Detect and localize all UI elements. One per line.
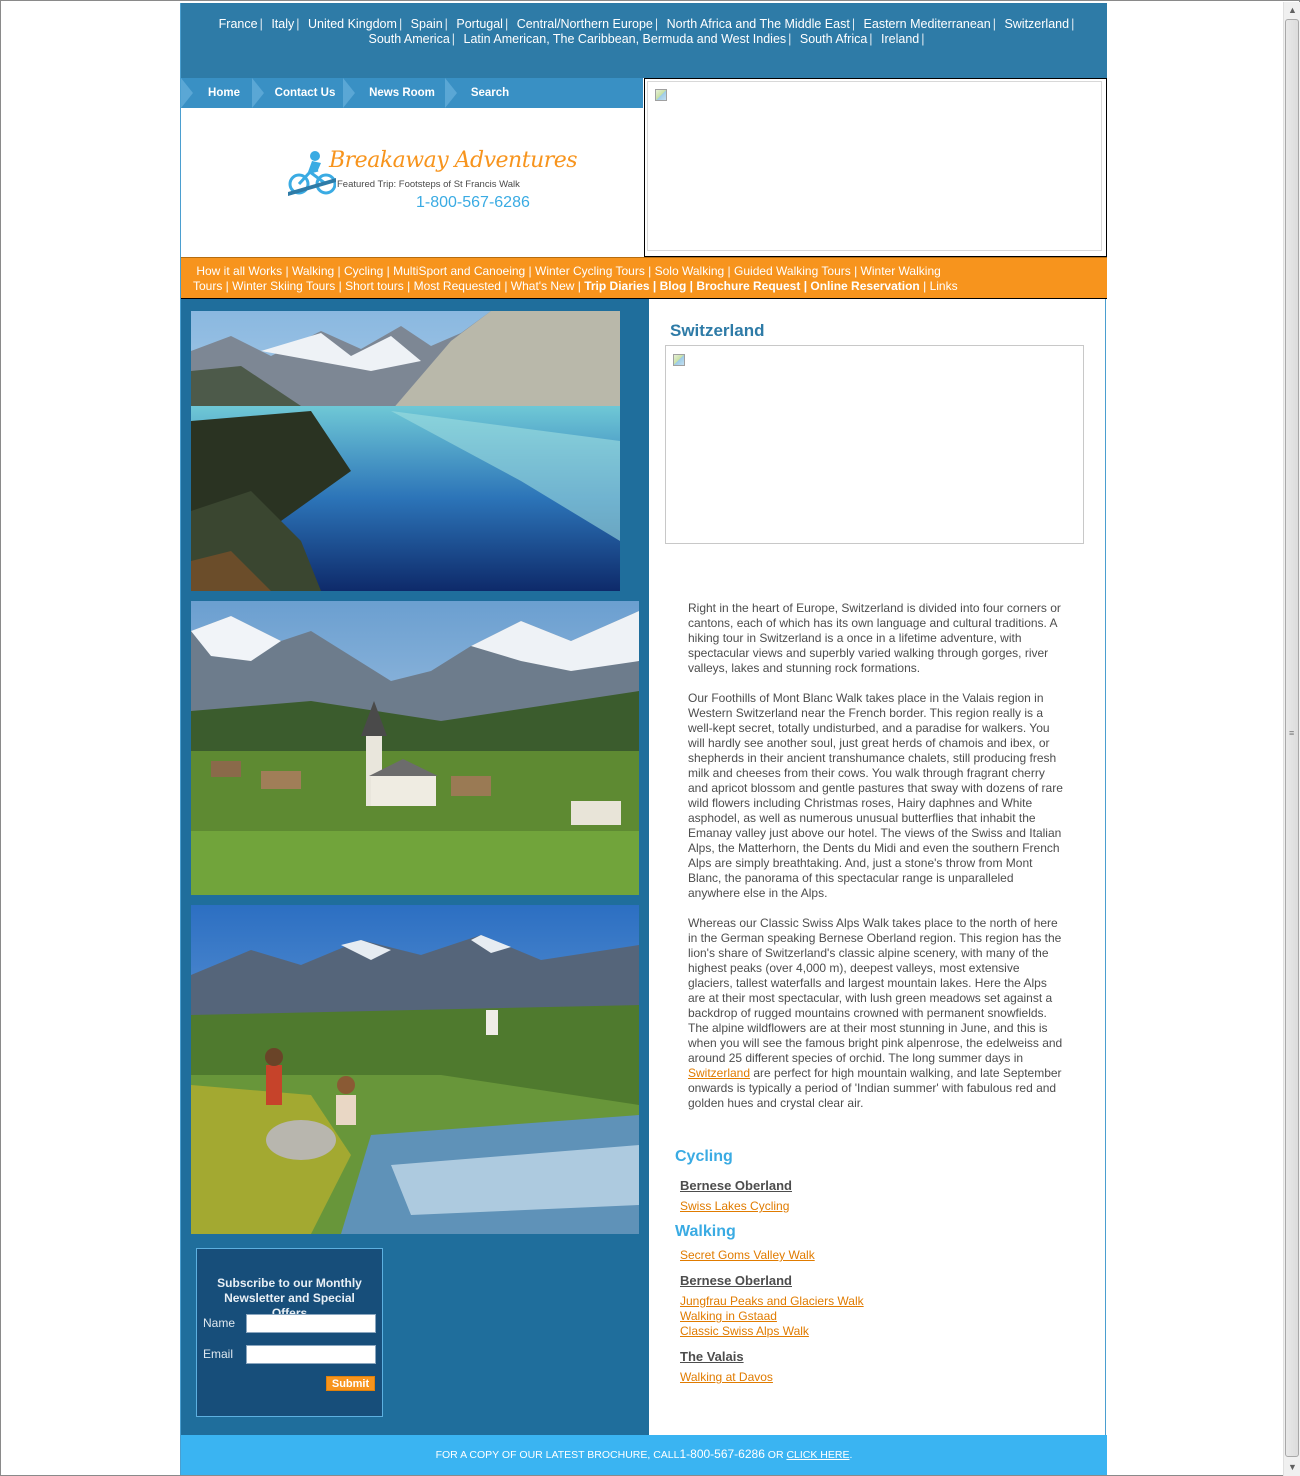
footer-phone: 1-800-567-6286 bbox=[679, 1447, 765, 1461]
nav-contact[interactable]: Contact Us bbox=[265, 78, 345, 108]
cat-most-requested[interactable]: Most Requested bbox=[414, 279, 501, 293]
name-label: Name bbox=[203, 1316, 236, 1330]
walking-heading: Walking bbox=[675, 1223, 736, 1240]
banner-image-frame bbox=[647, 81, 1102, 251]
nav-chevron bbox=[343, 78, 355, 108]
nav-chevron bbox=[445, 78, 457, 108]
country-link-north-africa[interactable]: North Africa and The Middle East bbox=[667, 17, 850, 31]
broken-image-icon bbox=[655, 89, 667, 101]
country-link-italy[interactable]: Italy bbox=[271, 17, 294, 31]
walking-davos-link[interactable]: Walking at Davos bbox=[680, 1370, 773, 1384]
cat-whats-new[interactable]: What's New bbox=[511, 279, 575, 293]
content-image[interactable] bbox=[665, 345, 1084, 544]
cat-walking[interactable]: Walking bbox=[292, 264, 334, 278]
page-title: Switzerland bbox=[670, 321, 765, 340]
cat-cycling[interactable]: Cycling bbox=[344, 264, 383, 278]
cat-short-tours[interactable]: Short tours bbox=[345, 279, 404, 293]
scroll-down-arrow-icon[interactable]: ▼ bbox=[1284, 1459, 1300, 1476]
swiss-village-photo bbox=[191, 601, 639, 895]
email-field[interactable] bbox=[246, 1345, 376, 1364]
country-link-latin-america[interactable]: Latin American, The Caribbean, Bermuda a… bbox=[464, 32, 787, 46]
scroll-grip-icon: ≡ bbox=[1289, 728, 1295, 738]
scroll-up-arrow-icon[interactable]: ▲ bbox=[1284, 2, 1300, 19]
country-link-uk[interactable]: United Kingdom bbox=[308, 17, 397, 31]
name-field[interactable] bbox=[246, 1314, 376, 1333]
cat-multisport[interactable]: MultiSport and Canoeing bbox=[393, 264, 525, 278]
click-here-link[interactable]: CLICK HERE bbox=[786, 1449, 849, 1461]
alpine-lake-photo bbox=[191, 311, 620, 591]
cat-guided-walking[interactable]: Guided Walking Tours bbox=[734, 264, 851, 278]
country-link-spain[interactable]: Spain bbox=[411, 17, 443, 31]
bernese-oberland-subheading[interactable]: Bernese Oberland bbox=[680, 1178, 792, 1193]
scroll-thumb[interactable]: ≡ bbox=[1285, 19, 1299, 1457]
swiss-lakes-cycling-link[interactable]: Swiss Lakes Cycling bbox=[680, 1199, 789, 1213]
bernese-oberland-subheading[interactable]: Bernese Oberland bbox=[680, 1273, 792, 1288]
switzerland-link[interactable]: Switzerland bbox=[688, 1066, 750, 1080]
country-link-south-america[interactable]: South America bbox=[368, 32, 449, 46]
left-column: Subscribe to our Monthly Newsletter and … bbox=[181, 299, 649, 1435]
country-link-central-europe[interactable]: Central/Northern Europe bbox=[517, 17, 653, 31]
classic-swiss-alps-link[interactable]: Classic Swiss Alps Walk bbox=[680, 1324, 809, 1338]
cat-online-reservation[interactable]: Online Reservation bbox=[810, 279, 919, 293]
country-link-france[interactable]: France bbox=[219, 17, 258, 31]
cat-trip-diaries[interactable]: Trip Diaries bbox=[584, 279, 649, 293]
paragraph-bernese: Whereas our Classic Swiss Alps Walk take… bbox=[688, 916, 1064, 1111]
logo-area: Breakaway Adventures Featured Trip: Foot… bbox=[181, 108, 643, 257]
cat-brochure-request[interactable]: Brochure Request bbox=[696, 279, 800, 293]
cycling-heading: Cycling bbox=[675, 1148, 733, 1165]
paragraph-text: Whereas our Classic Swiss Alps Walk take… bbox=[688, 916, 1063, 1065]
country-link-south-africa[interactable]: South Africa bbox=[800, 32, 867, 46]
country-link-eastern-med[interactable]: Eastern Mediterranean bbox=[864, 17, 991, 31]
nav-search[interactable]: Search bbox=[459, 78, 521, 108]
footer-bar: FOR A COPY OF OUR LATEST BROCHURE, CALL1… bbox=[181, 1435, 1107, 1475]
footer-end: . bbox=[849, 1449, 853, 1461]
newsletter-signup: Subscribe to our Monthly Newsletter and … bbox=[196, 1248, 383, 1417]
email-label: Email bbox=[203, 1347, 234, 1361]
secret-goms-valley-link[interactable]: Secret Goms Valley Walk bbox=[680, 1248, 815, 1262]
logo-title[interactable]: Breakaway Adventures bbox=[329, 148, 578, 173]
country-link-ireland[interactable]: Ireland bbox=[881, 32, 919, 46]
jungfrau-peaks-link[interactable]: Jungfrau Peaks and Glaciers Walk bbox=[680, 1294, 864, 1308]
cat-blog[interactable]: Blog bbox=[660, 279, 687, 293]
paragraph-valais: Our Foothills of Mont Blanc Walk takes p… bbox=[688, 691, 1063, 900]
page-container: France | Italy | United Kingdom | Spain | Po… bbox=[180, 3, 1107, 1475]
article-body: Right in the heart of Europe, Switzerlan… bbox=[688, 601, 1064, 1126]
country-link-switzerland[interactable]: Switzerland bbox=[1004, 17, 1069, 31]
main-content: Switzerland Right in the heart of Europe… bbox=[649, 299, 1105, 1435]
nav-chevron bbox=[181, 78, 193, 108]
vertical-scrollbar[interactable]: ▲ ≡ ▼ bbox=[1283, 2, 1300, 1476]
nav-home[interactable]: Home bbox=[193, 78, 255, 108]
cat-winter-skiing[interactable]: Winter Skiing Tours bbox=[232, 279, 335, 293]
valais-subheading[interactable]: The Valais bbox=[680, 1349, 744, 1364]
cat-solo-walking[interactable]: Solo Walking bbox=[655, 264, 725, 278]
cat-how-it-works[interactable]: How it all Works bbox=[196, 264, 282, 278]
footer-or: OR bbox=[764, 1449, 787, 1461]
cat-links[interactable]: Links bbox=[930, 279, 958, 293]
submit-button[interactable]: Submit bbox=[326, 1376, 375, 1391]
cat-winter-cycling[interactable]: Winter Cycling Tours bbox=[535, 264, 645, 278]
banner-image[interactable] bbox=[644, 78, 1107, 257]
nav-chevron bbox=[252, 78, 264, 108]
hikers-stream-photo bbox=[191, 905, 639, 1234]
paragraph-intro: Right in the heart of Europe, Switzerlan… bbox=[688, 601, 1061, 675]
main-nav: Home Contact Us News Room Search bbox=[181, 78, 643, 108]
walking-gstaad-link[interactable]: Walking in Gstaad bbox=[680, 1309, 777, 1323]
featured-trip[interactable]: Featured Trip: Footsteps of St Francis W… bbox=[337, 179, 520, 190]
broken-image-icon bbox=[673, 354, 685, 366]
nav-news-room[interactable]: News Room bbox=[357, 78, 447, 108]
footer-text: FOR A COPY OF OUR LATEST BROCHURE, CALL bbox=[435, 1449, 680, 1461]
logo-phone: 1-800-567-6286 bbox=[416, 194, 530, 211]
browser-frame: France | Italy | United Kingdom | Spain | Po… bbox=[0, 0, 1300, 1476]
country-nav: France | Italy | United Kingdom | Spain | Po… bbox=[181, 3, 1107, 78]
country-link-portugal[interactable]: Portugal bbox=[456, 17, 503, 31]
category-nav: How it all Works | Walking | Cycling | M… bbox=[181, 257, 1107, 299]
